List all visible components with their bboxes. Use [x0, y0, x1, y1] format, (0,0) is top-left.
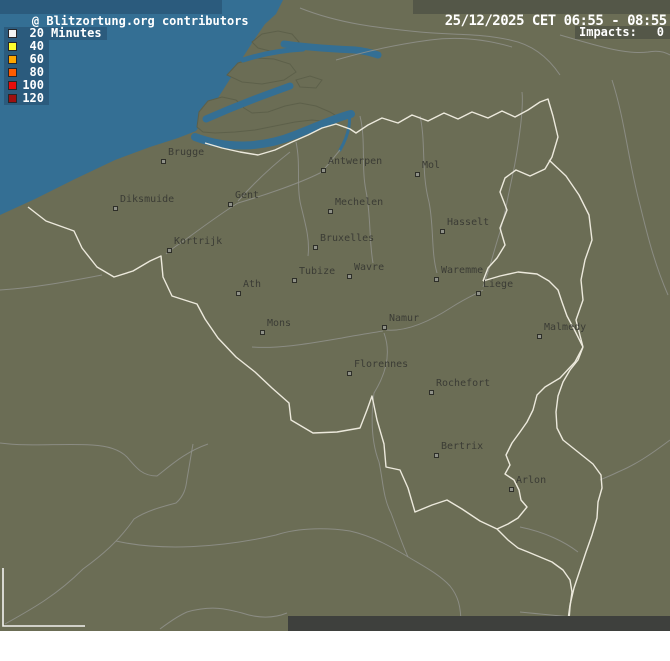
city-label: Gent [235, 190, 259, 202]
impacts-value: 0 [657, 26, 664, 39]
city-label: Mechelen [335, 197, 383, 209]
city-marker [236, 291, 241, 296]
city-label: Bruxelles [320, 233, 374, 245]
city-marker [161, 159, 166, 164]
city-marker [167, 248, 172, 253]
city-marker [440, 229, 445, 234]
city-marker [260, 330, 265, 335]
city-marker [347, 274, 352, 279]
city-marker [537, 334, 542, 339]
legend-minutes-value: 120 [21, 92, 44, 105]
legend-item: 20Minutes [4, 27, 107, 40]
city-label: Antwerpen [328, 156, 382, 168]
city-label: Wavre [354, 262, 384, 274]
legend-color-swatch [8, 42, 17, 51]
legend-item: 120 [4, 92, 49, 105]
impacts-box: Impacts: 0 [575, 26, 670, 39]
city-marker [476, 291, 481, 296]
city-marker [429, 390, 434, 395]
impacts-label: Impacts: [579, 26, 637, 39]
city-label: Namur [389, 313, 419, 325]
legend-color-swatch [8, 68, 17, 77]
city-marker [434, 277, 439, 282]
city-label: Waremme [441, 265, 483, 277]
city-label: Arlon [516, 475, 546, 487]
city-marker [415, 172, 420, 177]
city-marker [113, 206, 118, 211]
footer-credit-bar: Generated by www.meteobelgique.be / www.… [288, 616, 670, 631]
city-label: Diksmuide [120, 194, 174, 206]
datetime-box: 25/12/2025 CET 06:55 - 08:55 [413, 0, 670, 14]
footer-credit-text: Generated by www.meteobelgique.be / www.… [322, 631, 670, 645]
city-label: Tubize [299, 266, 335, 278]
city-marker [382, 325, 387, 330]
city-marker [328, 209, 333, 214]
city-marker [313, 245, 318, 250]
city-marker [509, 487, 514, 492]
city-marker [292, 278, 297, 283]
legend-color-swatch [8, 29, 17, 38]
city-marker [347, 371, 352, 376]
city-marker [321, 168, 326, 173]
legend-color-swatch [8, 55, 17, 64]
city-label: Mol [422, 160, 440, 172]
city-label: Mons [267, 318, 291, 330]
legend-color-swatch [8, 94, 17, 103]
city-label: Brugge [168, 147, 204, 159]
lightning-map-app: Brugge Diksmuide Gent Kortrijk Antwerpen Mol M… [0, 0, 670, 631]
city-label: Malmedy [544, 322, 586, 334]
city-label: Rochefort [436, 378, 490, 390]
city-label: Liege [483, 279, 513, 291]
city-label: Bertrix [441, 441, 483, 453]
city-label: Hasselt [447, 217, 489, 229]
legend-color-swatch [8, 81, 17, 90]
city-label: Florennes [354, 359, 408, 371]
city-marker [434, 453, 439, 458]
age-legend: 20Minutes406080100120 [4, 27, 107, 105]
legend-unit-label: Minutes [51, 27, 102, 40]
city-marker [228, 202, 233, 207]
attribution-bar: @ Blitzortung.org contributors [0, 0, 222, 14]
city-label: Kortrijk [174, 236, 222, 248]
city-label: Ath [243, 279, 261, 291]
